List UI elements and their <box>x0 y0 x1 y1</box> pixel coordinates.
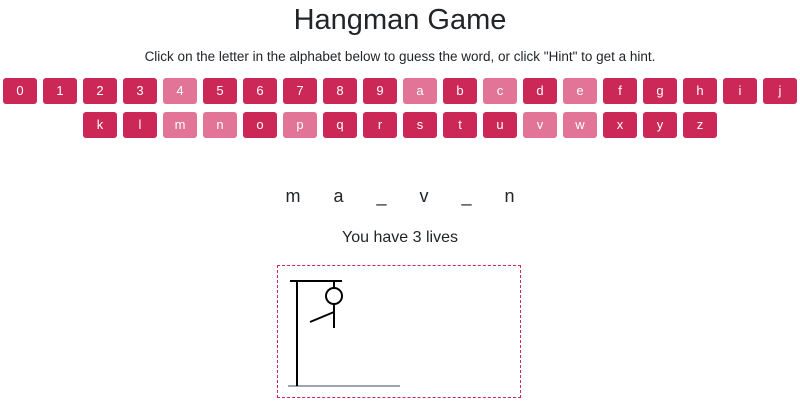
word-display: m a _ v _ n <box>285 186 529 206</box>
letter-key-8[interactable]: 8 <box>323 78 357 104</box>
alphabet-row-2: klmnopqrstuvwxyz <box>0 112 800 138</box>
hangman-page: Hangman Game Click on the letter in the … <box>0 0 800 408</box>
instructions-text: Click on the letter in the alphabet belo… <box>144 49 656 64</box>
hangman-canvas <box>277 265 521 398</box>
letter-key-y[interactable]: y <box>643 112 677 138</box>
letter-key-n[interactable]: n <box>203 112 237 138</box>
letter-key-6[interactable]: 6 <box>243 78 277 104</box>
letter-key-9[interactable]: 9 <box>363 78 397 104</box>
letter-key-0[interactable]: 0 <box>3 78 37 104</box>
letter-key-s[interactable]: s <box>403 112 437 138</box>
letter-key-e[interactable]: e <box>563 78 597 104</box>
letter-key-u[interactable]: u <box>483 112 517 138</box>
letter-key-c[interactable]: c <box>483 78 517 104</box>
page-title: Hangman Game <box>293 4 507 36</box>
letter-key-k[interactable]: k <box>83 112 117 138</box>
letter-key-w[interactable]: w <box>563 112 597 138</box>
letter-key-h[interactable]: h <box>683 78 717 104</box>
letter-key-2[interactable]: 2 <box>83 78 117 104</box>
lives-text: You have 3 lives <box>342 229 458 246</box>
letter-key-l[interactable]: l <box>123 112 157 138</box>
letter-key-p[interactable]: p <box>283 112 317 138</box>
letter-key-i[interactable]: i <box>723 78 757 104</box>
alphabet-row-1: 0123456789abcdefghij <box>0 78 800 104</box>
letter-key-1[interactable]: 1 <box>43 78 77 104</box>
letter-key-j[interactable]: j <box>763 78 797 104</box>
letter-key-o[interactable]: o <box>243 112 277 138</box>
letter-key-7[interactable]: 7 <box>283 78 317 104</box>
letter-key-q[interactable]: q <box>323 112 357 138</box>
letter-key-f[interactable]: f <box>603 78 637 104</box>
head <box>325 287 343 305</box>
letter-key-v[interactable]: v <box>523 112 557 138</box>
letter-key-4[interactable]: 4 <box>163 78 197 104</box>
letter-key-5[interactable]: 5 <box>203 78 237 104</box>
letter-key-z[interactable]: z <box>683 112 717 138</box>
letter-key-g[interactable]: g <box>643 78 677 104</box>
letter-key-d[interactable]: d <box>523 78 557 104</box>
left-arm <box>309 311 335 323</box>
letter-key-3[interactable]: 3 <box>123 78 157 104</box>
letter-key-r[interactable]: r <box>363 112 397 138</box>
letter-key-m[interactable]: m <box>163 112 197 138</box>
hangman-drawing <box>288 280 400 387</box>
letter-key-b[interactable]: b <box>443 78 477 104</box>
letter-key-a[interactable]: a <box>403 78 437 104</box>
letter-key-x[interactable]: x <box>603 112 637 138</box>
letter-key-t[interactable]: t <box>443 112 477 138</box>
